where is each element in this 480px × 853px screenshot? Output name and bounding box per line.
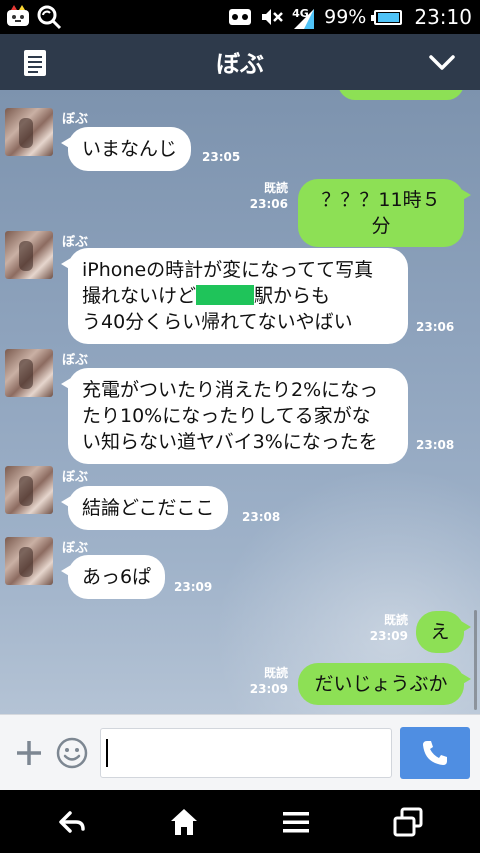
message-line: iPhoneの時計が変になってて写真 [82,259,374,281]
message-text: ？？？11時５分 [321,189,441,237]
sender-name: ぼぶ [62,470,89,485]
system-nav-bar [0,790,480,853]
previous-message-bubble[interactable] [338,90,464,100]
back-icon[interactable] [56,806,88,838]
message-text: いまなんじ [82,138,178,160]
app-notification-icon [7,5,29,26]
message-input-bar [0,714,480,790]
message-time: 23:05 [202,150,241,164]
avatar[interactable] [5,466,53,514]
message-text: 結論どこだここ [82,497,215,519]
chat-header: ぼぶ [0,34,480,90]
text-cursor [106,739,108,767]
home-icon[interactable] [168,806,200,838]
message-time: 23:09 [174,580,213,594]
message-text: あっ6ぱ [82,566,152,588]
message-line: 駅からも [254,285,331,307]
recent-apps-icon[interactable] [392,806,424,838]
message-input[interactable] [100,728,392,778]
redaction-block [196,285,255,305]
menu-icon[interactable] [280,806,312,838]
sender-name: ぼぶ [62,112,89,127]
message-time: 23:06 [249,197,288,211]
scrollbar[interactable] [474,610,477,710]
voicemail-icon [229,9,252,25]
message-line: たり10%になったりしてる家がな [82,405,371,427]
notification-icons [6,4,62,30]
signal-icon: 4G [292,5,316,29]
message-time: 23:08 [242,510,281,524]
phone-icon [423,741,447,765]
message-meta: 既読 23:09 [356,612,408,644]
incoming-message-bubble[interactable]: iPhoneの時計が変になってて写真 撮れないけど 駅からも う40分くらい帰れて… [61,248,408,344]
incoming-message-bubble[interactable]: あっ6ぱ [60,555,166,599]
incoming-message-bubble[interactable]: いまなんじ [60,127,192,171]
sender-name: ぼぶ [62,541,89,556]
avatar[interactable] [5,231,53,279]
emoji-icon[interactable] [56,737,88,769]
sender-name: ぼぶ [62,353,89,368]
call-button[interactable] [400,727,470,779]
plus-icon[interactable] [14,738,44,768]
message-list[interactable]: ぼぶ いまなんじ 23:05 既読 23:06 ？？？11時５分 ぼぶ iPho… [0,90,480,714]
message-text: だいじょうぶか [314,673,448,695]
sender-name: ぼぶ [62,235,89,250]
message-time: 23:08 [416,438,455,452]
status-bar: 4G 99% 23:10 [0,0,480,34]
message-line: い知らない道ヤバイ3%になったを [82,431,378,453]
message-time: 23:06 [416,320,455,334]
battery-percent: 99% [324,6,367,28]
clock: 23:10 [414,5,472,29]
message-text: え [430,621,450,643]
read-receipt: 既読 [263,181,288,195]
outgoing-message-bubble[interactable]: だいじょうぶか [298,663,471,705]
status-indicators: 4G 99% 23:10 [228,4,472,30]
message-time: 23:09 [249,682,288,696]
chevron-down-icon[interactable] [428,48,456,76]
battery-icon [371,9,403,25]
mute-icon [262,9,284,25]
message-line: 充電がついたり消えたり2%になっ [82,379,379,401]
incoming-message-bubble[interactable]: 充電がついたり消えたり2%になっ たり10%になったりしてる家がな い知らない道… [61,368,408,464]
message-line: う40分くらい帰れてないやばい [82,311,353,333]
avatar[interactable] [5,108,53,156]
outgoing-message-bubble[interactable]: え [416,611,471,653]
avatar[interactable] [5,349,53,397]
incoming-message-bubble[interactable]: 結論どこだここ [60,486,229,530]
message-meta: 既読 23:06 [236,180,288,212]
message-meta: 既読 23:09 [236,665,288,697]
sync-search-icon [37,5,62,30]
avatar[interactable] [5,537,53,585]
message-time: 23:09 [369,629,408,643]
read-receipt: 既読 [383,613,408,627]
chat-title: ぼぶ [216,50,264,78]
outgoing-message-bubble[interactable]: ？？？11時５分 [298,179,471,247]
message-line: 撮れないけど [82,285,197,307]
read-receipt: 既読 [263,666,288,680]
